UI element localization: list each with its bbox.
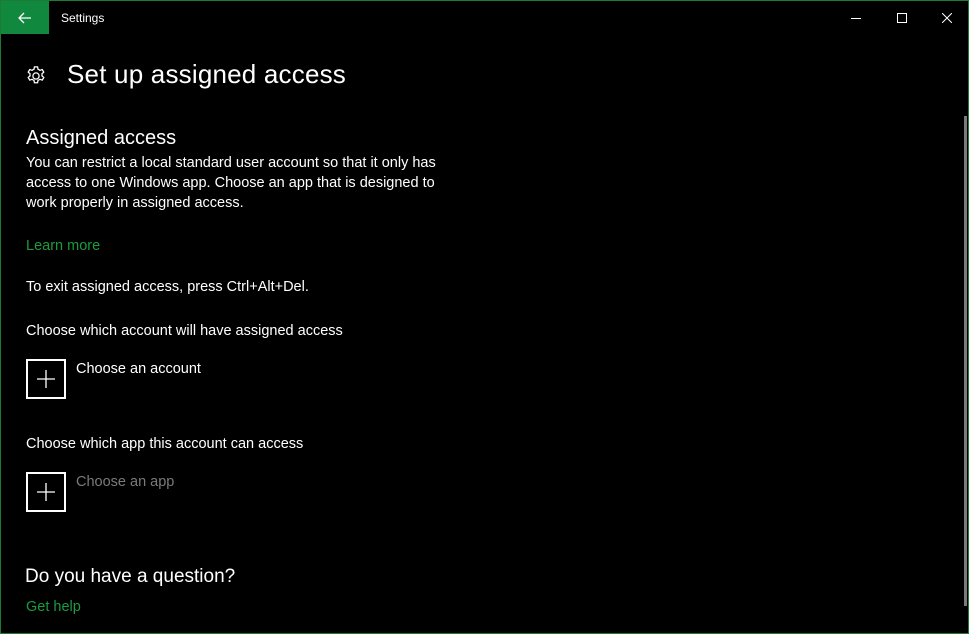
minimize-button[interactable] bbox=[833, 1, 879, 34]
settings-window: Settings Set up assigned access Assigned… bbox=[0, 0, 969, 634]
close-button[interactable] bbox=[924, 1, 969, 34]
learn-more-link[interactable]: Learn more bbox=[26, 238, 100, 254]
section-description: You can restrict a local standard user a… bbox=[26, 155, 436, 211]
section-heading: Assigned access bbox=[26, 127, 177, 149]
back-button[interactable] bbox=[1, 1, 49, 34]
choose-account-label[interactable]: Choose an account bbox=[76, 361, 201, 377]
choose-account-button[interactable] bbox=[26, 359, 66, 399]
account-heading: Choose which account will have assigned … bbox=[26, 323, 343, 339]
app-heading: Choose which app this account can access bbox=[26, 436, 304, 452]
arrow-left-icon bbox=[18, 12, 31, 23]
exit-hint: To exit assigned access, press Ctrl+Alt+… bbox=[26, 279, 309, 295]
app-title: Settings bbox=[61, 11, 105, 25]
help-heading: Do you have a question? bbox=[25, 566, 236, 587]
scrollbar-thumb[interactable] bbox=[964, 116, 967, 606]
choose-app-button[interactable] bbox=[26, 472, 66, 512]
plus-icon bbox=[37, 370, 55, 388]
get-help-link[interactable]: Get help bbox=[26, 599, 81, 615]
page-title: Set up assigned access bbox=[67, 59, 347, 89]
choose-app-label[interactable]: Choose an app bbox=[76, 474, 174, 490]
maximize-icon bbox=[897, 12, 907, 23]
title-bar: Settings bbox=[1, 1, 968, 35]
plus-icon bbox=[37, 483, 55, 501]
close-icon bbox=[942, 12, 952, 23]
maximize-button[interactable] bbox=[879, 1, 925, 34]
minimize-icon bbox=[851, 17, 861, 19]
gear-icon bbox=[27, 66, 45, 84]
